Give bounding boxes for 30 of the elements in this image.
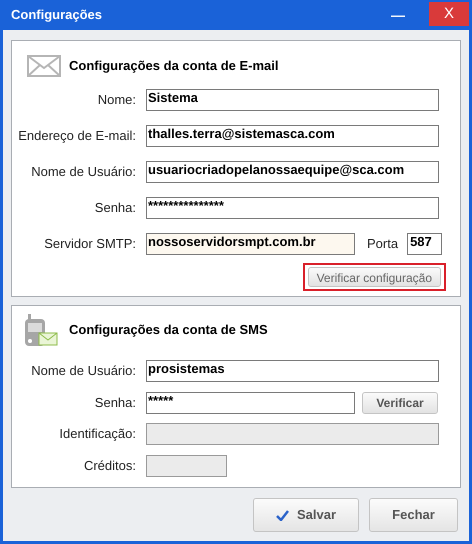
field-label: Senha: — [94, 394, 136, 412]
field-label: Porta — [367, 235, 398, 254]
save-button[interactable]: Salvar — [253, 498, 359, 532]
checkmark-icon — [276, 510, 289, 520]
phone-message-icon — [24, 314, 58, 346]
envelope-icon — [27, 55, 61, 77]
minimize-button[interactable]: — — [379, 3, 417, 27]
field-label: Servidor SMTP: — [43, 235, 136, 254]
input-field[interactable]: thalles.terra@sistemasca.com — [146, 125, 439, 147]
field-label: Endereço de E-mail: — [17, 127, 136, 146]
input-field[interactable]: Sistema — [146, 89, 439, 111]
field-label: Créditos: — [82, 457, 136, 476]
verify-button[interactable]: Verificar — [362, 392, 438, 414]
close-button[interactable]: Fechar — [369, 498, 458, 532]
window-title: Configurações — [11, 6, 104, 24]
section-title: Configurações da conta de SMS — [69, 321, 268, 340]
input-field[interactable]: nossoservidorsmpt.com.br — [146, 233, 355, 255]
section-title: Configurações da conta de E-mail — [69, 57, 278, 76]
input-field[interactable]: ***** — [146, 392, 355, 414]
field-label: Nome de Usuário: — [30, 362, 136, 380]
field-label: Identificação: — [58, 425, 136, 444]
input-field[interactable]: prosistemas — [146, 360, 439, 382]
input-field[interactable]: 587 — [407, 233, 442, 255]
close-button[interactable]: X — [429, 2, 469, 26]
field-label: Nome de Usuário: — [30, 163, 136, 182]
verify-settings-button[interactable]: Verificar configuração — [302, 263, 446, 291]
input-field[interactable]: usuariocriadopelanossaequipe@sca.com — [146, 161, 439, 183]
field-label: Senha: — [94, 199, 136, 218]
field-label: Nome: — [96, 91, 136, 110]
input-field[interactable]: *************** — [146, 197, 439, 219]
